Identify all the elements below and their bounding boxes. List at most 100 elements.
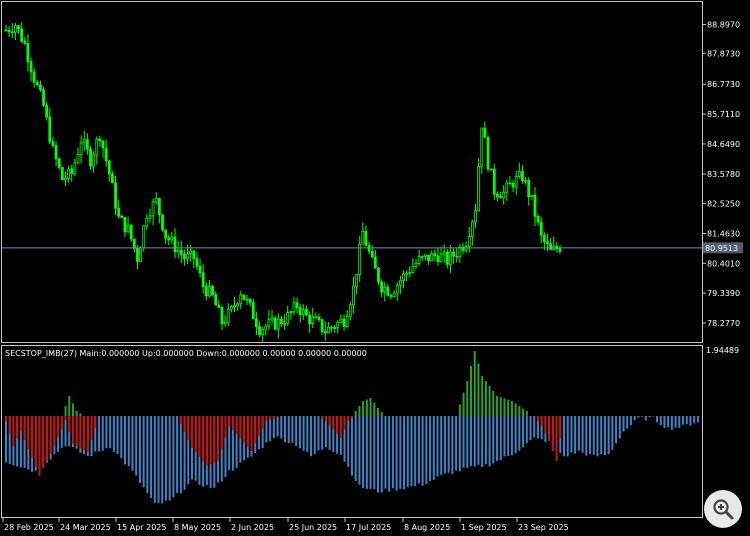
candle-body xyxy=(129,224,133,240)
imb-up-bar xyxy=(499,397,502,416)
imb-main-bar xyxy=(350,416,353,476)
candle-body xyxy=(373,256,377,269)
zoom-button[interactable] xyxy=(704,490,742,528)
candle-body xyxy=(414,262,418,268)
imb-main-bar xyxy=(663,416,666,428)
candle-body xyxy=(380,281,384,293)
imb-up-bar xyxy=(458,404,461,416)
imb-down-bar xyxy=(86,416,89,452)
imb-main-bar xyxy=(369,416,372,489)
candle-body xyxy=(114,182,117,209)
imb-down-bar xyxy=(224,416,227,438)
imb-down-bar xyxy=(246,416,249,447)
candle-body xyxy=(195,258,199,267)
imb-down-bar xyxy=(34,416,37,467)
candle-body xyxy=(51,141,55,146)
candle-body xyxy=(201,272,205,287)
candle-body xyxy=(345,315,349,327)
imb-main-bar xyxy=(611,416,614,450)
candle-body xyxy=(483,127,487,138)
imb-main-bar xyxy=(529,416,532,441)
imb-main-bar xyxy=(466,416,469,468)
imb-main-bar xyxy=(570,416,573,453)
imb-main-bar xyxy=(607,416,610,455)
imb-main-bar xyxy=(362,416,365,489)
candle-body xyxy=(305,309,308,316)
candle-body xyxy=(132,238,136,249)
date-tick-label: 8 Aug 2025 xyxy=(404,523,450,532)
imb-main-bar xyxy=(615,416,618,444)
candle-body xyxy=(301,309,305,315)
imb-main-bar xyxy=(622,416,625,432)
imb-down-bar xyxy=(213,416,216,463)
imb-down-bar xyxy=(269,416,272,420)
imb-main-bar xyxy=(391,416,394,489)
imb-main-bar xyxy=(566,416,569,457)
imb-down-bar xyxy=(53,416,56,446)
candle-body xyxy=(514,175,518,188)
imb-up-bar xyxy=(503,398,506,416)
imb-main-bar xyxy=(395,416,398,491)
imb-main-bar xyxy=(637,416,640,418)
imb-main-bar xyxy=(503,416,506,457)
candle-body xyxy=(496,193,499,197)
candle-body xyxy=(492,168,496,195)
candle-body xyxy=(308,314,312,325)
imb-main-bar xyxy=(298,416,301,449)
candle-body xyxy=(489,168,493,171)
imb-up-bar xyxy=(462,392,465,416)
candle-body xyxy=(408,271,412,274)
candle-body xyxy=(521,171,524,182)
date-tick-label: 15 Apr 2025 xyxy=(117,523,166,532)
candle-body xyxy=(192,250,196,259)
candle-body xyxy=(4,29,8,32)
imb-main-bar xyxy=(659,416,662,426)
candle-body xyxy=(189,250,193,255)
imb-main-bar xyxy=(112,416,115,453)
candle-body xyxy=(82,139,86,144)
imb-main-bar xyxy=(153,416,156,503)
date-tick-label: 23 Sep 2025 xyxy=(518,523,569,532)
imb-main-bar xyxy=(269,416,272,442)
imb-main-bar xyxy=(596,416,599,457)
imb-down-bar xyxy=(250,416,253,451)
candle-body xyxy=(57,158,61,168)
candle-body xyxy=(383,286,387,293)
candle-body xyxy=(236,303,240,307)
imb-main-bar xyxy=(272,416,275,438)
imb-down-bar xyxy=(5,416,7,421)
imb-main-bar xyxy=(120,416,123,459)
candle-body xyxy=(449,251,452,265)
candle-body xyxy=(264,325,268,330)
candle-body xyxy=(223,321,227,325)
imb-main-bar xyxy=(321,416,324,450)
imb-up-bar xyxy=(510,401,513,416)
imb-main-bar xyxy=(496,416,499,461)
imb-down-bar xyxy=(548,416,551,441)
imb-main-bar xyxy=(429,416,432,482)
imb-main-bar xyxy=(473,416,476,467)
magnifier-plus-icon xyxy=(713,499,734,520)
imb-down-bar xyxy=(336,416,339,434)
candle-body xyxy=(183,254,186,260)
imb-down-bar xyxy=(231,416,234,430)
candle-body xyxy=(467,236,471,247)
candle-body xyxy=(186,253,189,260)
candle-body xyxy=(364,231,368,246)
imb-down-bar xyxy=(347,416,350,421)
price-tick-label: 83.5780 xyxy=(707,170,740,179)
candle-body xyxy=(242,294,246,300)
candle-body xyxy=(35,81,39,86)
candle-body xyxy=(64,177,67,181)
imb-main-bar xyxy=(131,416,134,471)
imb-main-bar xyxy=(109,416,112,449)
imb-down-bar xyxy=(209,416,212,465)
imb-down-bar xyxy=(321,416,324,419)
imb-up-bar xyxy=(358,406,361,416)
imb-down-bar xyxy=(343,416,346,430)
candle-body xyxy=(229,306,233,310)
imb-main-bar xyxy=(499,416,502,461)
candle-body xyxy=(98,138,102,142)
candle-body xyxy=(289,311,293,314)
imb-main-bar xyxy=(157,416,160,503)
